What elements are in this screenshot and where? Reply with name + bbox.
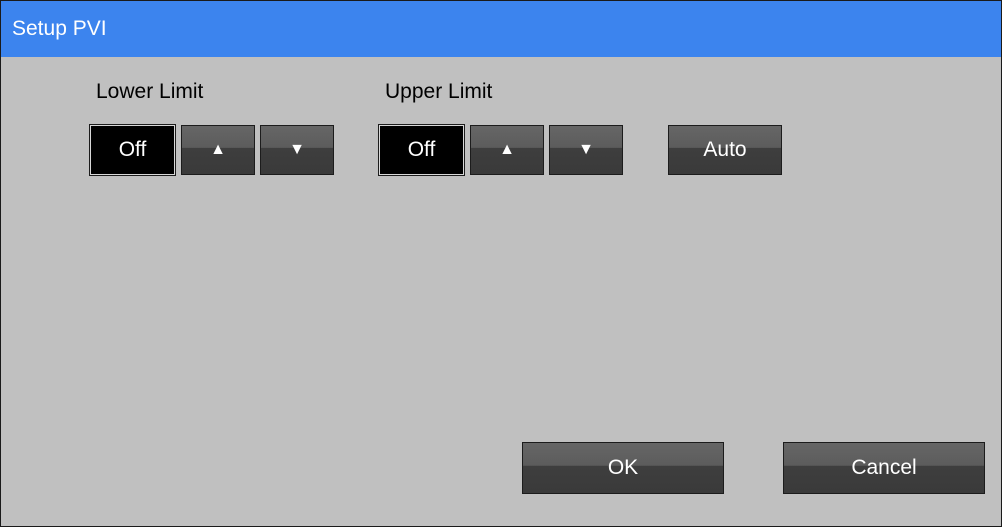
upper-limit-value-button[interactable]: Off [378, 124, 465, 176]
ok-button[interactable]: OK [522, 442, 724, 494]
auto-button-label: Auto [703, 138, 747, 161]
upper-limit-down-button[interactable]: ▼ [549, 125, 623, 175]
lower-limit-value: Off [118, 138, 147, 161]
lower-limit-down-button[interactable]: ▼ [260, 125, 334, 175]
upper-limit-value: Off [407, 138, 436, 161]
lower-limit-up-button[interactable]: ▲ [181, 125, 255, 175]
upper-limit-up-button[interactable]: ▲ [470, 125, 544, 175]
setup-pvi-dialog: Setup PVI Lower Limit Off ▲ ▼ Upper Limi… [0, 0, 1002, 527]
arrow-down-icon: ▼ [289, 141, 305, 158]
auto-button[interactable]: Auto [668, 125, 782, 175]
upper-limit-label: Upper Limit [385, 80, 493, 103]
cancel-button-label: Cancel [851, 456, 917, 479]
ok-button-label: OK [607, 456, 639, 479]
lower-limit-label: Lower Limit [96, 80, 204, 103]
cancel-button[interactable]: Cancel [783, 442, 985, 494]
arrow-up-icon: ▲ [499, 141, 515, 158]
lower-limit-value-button[interactable]: Off [89, 124, 176, 176]
dialog-title: Setup PVI [1, 1, 1001, 57]
arrow-up-icon: ▲ [210, 141, 226, 158]
arrow-down-icon: ▼ [578, 141, 594, 158]
